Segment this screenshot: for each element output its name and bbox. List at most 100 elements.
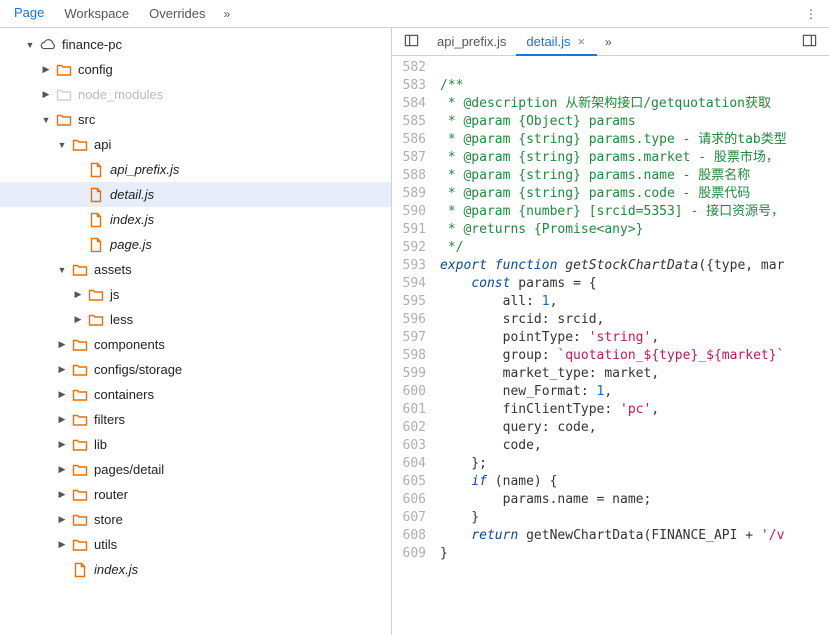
tree-item-pages_detail[interactable]: ▶pages/detail <box>0 457 391 482</box>
code-content[interactable]: /** * @description 从新架构接口/getquotation获取… <box>440 56 829 635</box>
tree-item-containers[interactable]: ▶containers <box>0 382 391 407</box>
chevron-right-icon[interactable]: ▶ <box>72 289 84 301</box>
code-line[interactable]: params.name = name; <box>440 491 829 509</box>
panel-tab-page[interactable]: Page <box>4 0 54 27</box>
panel-tab-workspace[interactable]: Workspace <box>54 1 139 26</box>
chevron-right-icon[interactable]: ▶ <box>56 464 68 476</box>
tree-item-api[interactable]: ▼api <box>0 132 391 157</box>
line-number: 584 <box>392 95 426 113</box>
code-line[interactable]: * @param {Object} params <box>440 113 829 131</box>
code-line[interactable]: */ <box>440 239 829 257</box>
chevron-right-icon[interactable]: ▶ <box>56 339 68 351</box>
panel-tabs: Page Workspace Overrides » ⋮ <box>0 0 829 28</box>
code-line[interactable]: return getNewChartData(FINANCE_API + '/v <box>440 527 829 545</box>
tree-item-lib[interactable]: ▶lib <box>0 432 391 457</box>
panel-menu-icon[interactable]: ⋮ <box>797 3 825 25</box>
code-line[interactable]: market_type: market, <box>440 365 829 383</box>
chevron-right-icon[interactable]: ▶ <box>56 489 68 501</box>
tree-item-node_modules[interactable]: ▶node_modules <box>0 82 391 107</box>
code-line[interactable]: const params = { <box>440 275 829 293</box>
chevron-down-icon[interactable]: ▼ <box>56 264 68 276</box>
code-line[interactable]: new_Format: 1, <box>440 383 829 401</box>
code-line[interactable]: * @param {string} params.type - 请求的tab类型 <box>440 131 829 149</box>
tree-item-root[interactable]: ▼finance-pc <box>0 32 391 57</box>
cloud-icon <box>39 36 57 54</box>
code-line[interactable]: all: 1, <box>440 293 829 311</box>
editor-tab-api-prefix[interactable]: api_prefix.js <box>427 28 516 56</box>
tree-item-components[interactable]: ▶components <box>0 332 391 357</box>
tree-item-filters[interactable]: ▶filters <box>0 407 391 432</box>
tree-item-detail[interactable]: detail.js <box>0 182 391 207</box>
code-line[interactable]: * @returns {Promise<any>} <box>440 221 829 239</box>
chevron-down-icon[interactable]: ▼ <box>56 139 68 151</box>
chevron-right-icon[interactable]: ▶ <box>56 364 68 376</box>
line-number: 608 <box>392 527 426 545</box>
line-number: 607 <box>392 509 426 527</box>
panel-tab-overrides[interactable]: Overrides <box>139 1 215 26</box>
code-line[interactable]: code, <box>440 437 829 455</box>
code-line[interactable]: * @param {string} params.code - 股票代码 <box>440 185 829 203</box>
tree-item-configs_storage[interactable]: ▶configs/storage <box>0 357 391 382</box>
chevron-down-icon[interactable]: ▼ <box>24 39 36 51</box>
folder-icon <box>71 136 89 154</box>
code-line[interactable]: query: code, <box>440 419 829 437</box>
close-icon[interactable]: × <box>575 34 587 49</box>
code-line[interactable]: export function getStockChartData({type,… <box>440 257 829 275</box>
line-number: 583 <box>392 77 426 95</box>
line-number: 599 <box>392 365 426 383</box>
chevron-right-icon[interactable]: ▶ <box>40 64 52 76</box>
code-line[interactable]: * @param {string} params.name - 股票名称 <box>440 167 829 185</box>
line-number: 593 <box>392 257 426 275</box>
chevron-right-icon[interactable]: ▶ <box>56 439 68 451</box>
line-number: 586 <box>392 131 426 149</box>
code-line[interactable]: finClientType: 'pc', <box>440 401 829 419</box>
code-line[interactable]: if (name) { <box>440 473 829 491</box>
chevron-right-icon[interactable]: ▶ <box>56 514 68 526</box>
code-line[interactable]: group: `quotation_${type}_${market}` <box>440 347 829 365</box>
editor-tab-detail[interactable]: detail.js × <box>516 28 597 56</box>
tree-item-config[interactable]: ▶config <box>0 57 391 82</box>
file-tree[interactable]: ▼finance-pc▶config▶node_modules▼src▼apia… <box>0 28 392 635</box>
chevron-right-icon[interactable]: ▶ <box>56 389 68 401</box>
tree-item-api_prefix[interactable]: api_prefix.js <box>0 157 391 182</box>
chevron-right-icon[interactable]: ▶ <box>56 414 68 426</box>
line-number: 587 <box>392 149 426 167</box>
editor-tabs-more-icon[interactable]: » <box>597 31 620 53</box>
tree-item-utils[interactable]: ▶utils <box>0 532 391 557</box>
code-line[interactable]: * @description 从新架构接口/getquotation获取 <box>440 95 829 113</box>
code-line[interactable]: } <box>440 509 829 527</box>
tree-item-less[interactable]: ▶less <box>0 307 391 332</box>
tree-item-assets[interactable]: ▼assets <box>0 257 391 282</box>
tree-item-page[interactable]: page.js <box>0 232 391 257</box>
chevron-down-icon[interactable]: ▼ <box>40 114 52 126</box>
code-line[interactable]: srcid: srcid, <box>440 311 829 329</box>
code-line[interactable]: }; <box>440 455 829 473</box>
code-line[interactable]: * @param {string} params.market - 股票市场， <box>440 149 829 167</box>
code-line[interactable] <box>440 59 829 77</box>
code-line[interactable]: * @param {number} [srcid=5353] - 接口资源号， <box>440 203 829 221</box>
folder-icon <box>71 536 89 554</box>
chevron-right-icon[interactable]: ▶ <box>56 539 68 551</box>
tree-item-store[interactable]: ▶store <box>0 507 391 532</box>
tree-item-js[interactable]: ▶ js <box>0 282 391 307</box>
chevron-right-icon[interactable]: ▶ <box>40 89 52 101</box>
line-number: 594 <box>392 275 426 293</box>
panel-tabs-more-icon[interactable]: » <box>216 2 239 26</box>
tree-item-label: js <box>110 287 119 302</box>
tree-item-router[interactable]: ▶router <box>0 482 391 507</box>
line-number: 606 <box>392 491 426 509</box>
toggle-navigator-icon[interactable] <box>396 29 427 55</box>
folder-icon <box>71 436 89 454</box>
code-editor[interactable]: 5825835845855865875885895905915925935945… <box>392 56 829 635</box>
tree-item-src[interactable]: ▼src <box>0 107 391 132</box>
chevron-right-icon[interactable]: ▶ <box>72 314 84 326</box>
tree-item-index_src[interactable]: index.js <box>0 557 391 582</box>
folder-icon <box>71 511 89 529</box>
line-number: 591 <box>392 221 426 239</box>
toggle-sidebar-right-icon[interactable] <box>794 29 825 55</box>
line-number: 592 <box>392 239 426 257</box>
tree-item-index_api[interactable]: index.js <box>0 207 391 232</box>
code-line[interactable]: /** <box>440 77 829 95</box>
code-line[interactable]: } <box>440 545 829 563</box>
code-line[interactable]: pointType: 'string', <box>440 329 829 347</box>
